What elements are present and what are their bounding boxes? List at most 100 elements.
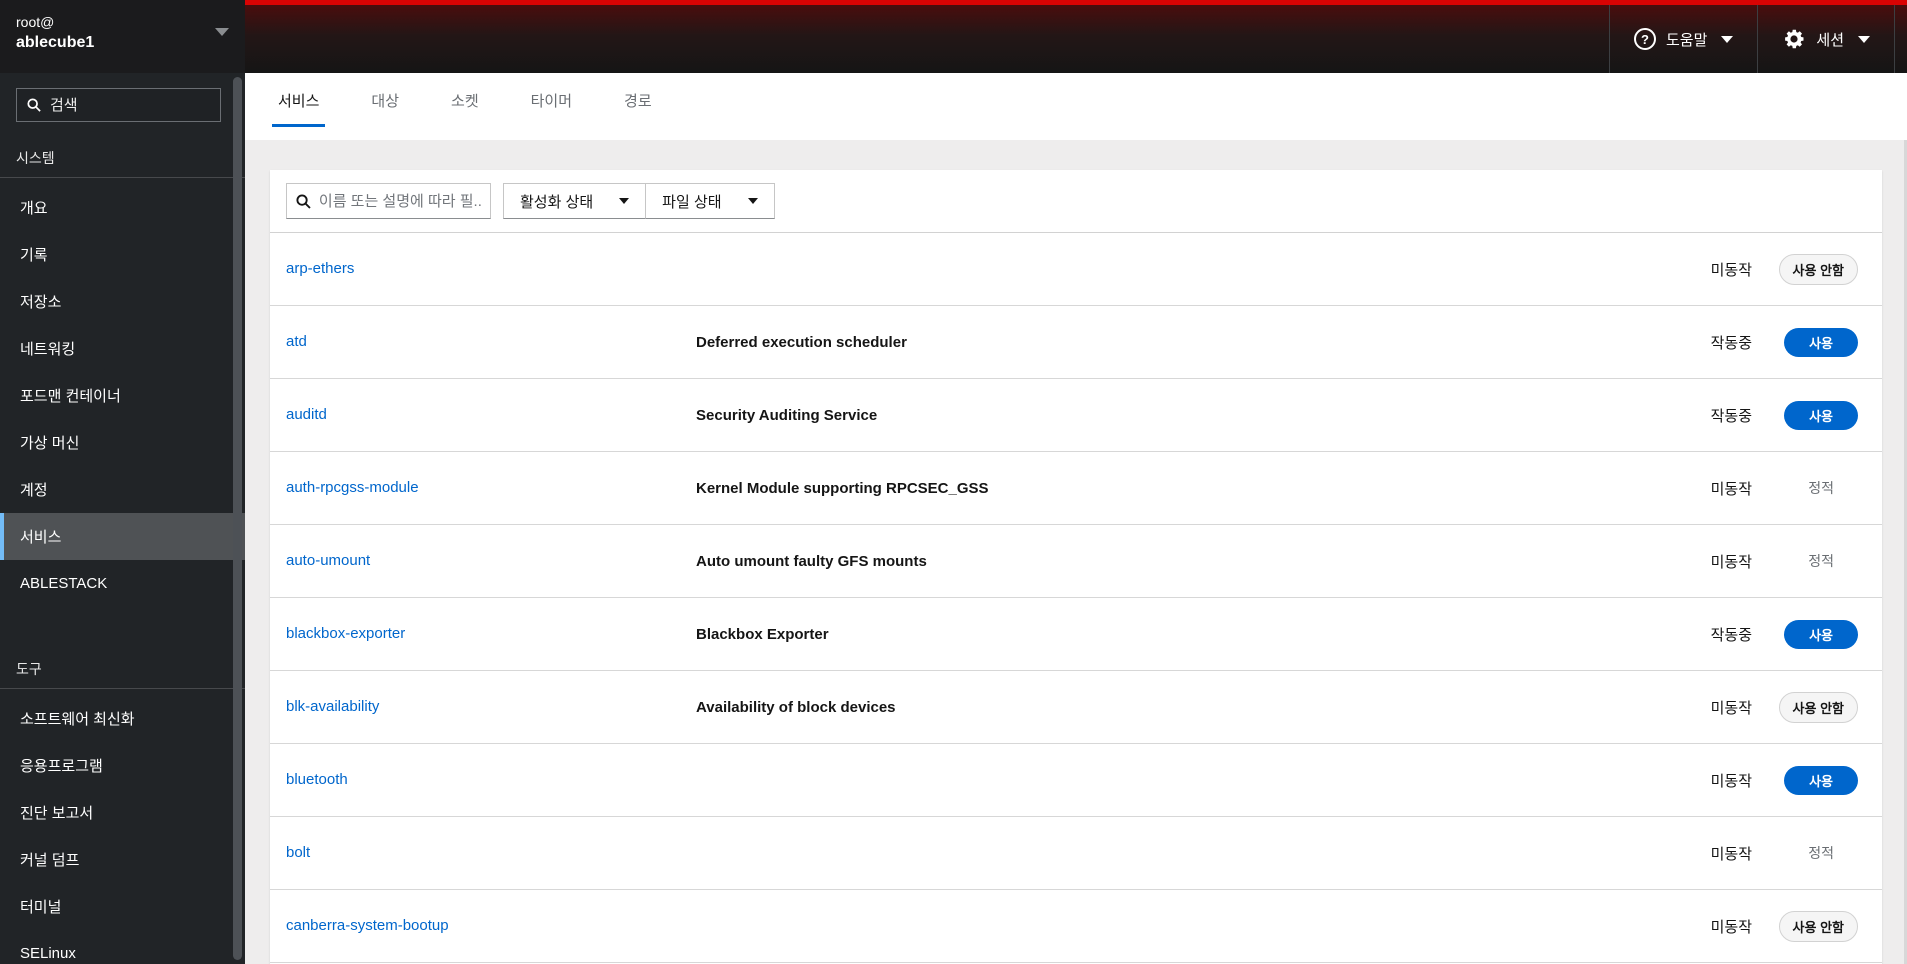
table-row[interactable]: auditd Security Auditing Service 작동중 사용 [270, 379, 1882, 452]
service-description: Deferred execution scheduler [696, 333, 907, 351]
service-description: Availability of block devices [696, 698, 896, 716]
nav-section-system: 시스템 [16, 150, 55, 166]
masthead: root@ ablecube1 ? 도움말 세션 [0, 0, 1907, 73]
service-state: 작동중 [1710, 626, 1752, 644]
masthead-buttons: ? 도움말 세션 [1608, 5, 1895, 73]
service-state: 미동작 [1710, 553, 1752, 571]
service-link[interactable]: bolt [286, 844, 310, 861]
sidebar-item-logs[interactable]: 기록 [0, 231, 245, 278]
sidebar-item-podman-containers[interactable]: 포드맨 컨테이너 [0, 372, 245, 419]
service-link[interactable]: auto-umount [286, 552, 370, 569]
autostart-badge: 사용 [1784, 400, 1858, 430]
cockpit-app: root@ ablecube1 ? 도움말 세션 검색 시스템 개요 기록 저장… [0, 0, 1907, 964]
service-state: 미동작 [1710, 480, 1752, 498]
service-link[interactable]: auditd [286, 406, 327, 423]
logged-in-user: root@ [16, 14, 55, 30]
table-row[interactable]: atd Deferred execution scheduler 작동중 사용 [270, 306, 1882, 379]
service-filter-box [286, 183, 491, 219]
nav-items-tools: 소프트웨어 최신화 응용프로그램 진단 보고서 커널 덤프 터미널 SELinu… [0, 689, 245, 964]
sidebar-item-kernel-dump[interactable]: 커널 덤프 [0, 836, 245, 883]
filter-selects: 활성화 상태 파일 상태 [503, 183, 775, 219]
help-menu-button[interactable]: ? 도움말 [1608, 5, 1757, 73]
table-row[interactable]: bolt 미동작 정적 [270, 817, 1882, 890]
service-link[interactable]: arp-ethers [286, 260, 354, 277]
services-toolbar: 활성화 상태 파일 상태 [270, 170, 1882, 233]
service-description: Security Auditing Service [696, 406, 878, 424]
service-link[interactable]: atd [286, 333, 307, 350]
session-menu-button[interactable]: 세션 [1757, 5, 1895, 73]
service-description: Auto umount faulty GFS mounts [696, 552, 927, 570]
sidebar-item-virtual-machines[interactable]: 가상 머신 [0, 419, 245, 466]
service-description: Blackbox Exporter [696, 625, 829, 643]
help-menu-label: 도움말 [1665, 31, 1708, 49]
file-state-select[interactable]: 파일 상태 [645, 183, 775, 219]
sidebar-item-terminal[interactable]: 터미널 [0, 883, 245, 930]
chevron-down-icon [747, 198, 758, 204]
sidebar-item-selinux[interactable]: SELinux [0, 930, 245, 964]
tab-targets[interactable]: 대상 [365, 90, 405, 127]
host-switcher[interactable]: root@ ablecube1 [0, 0, 245, 73]
question-circle-icon: ? [1633, 28, 1656, 50]
sidebar-item-software-updates[interactable]: 소프트웨어 최신화 [0, 695, 245, 742]
service-state: 미동작 [1710, 918, 1752, 936]
service-filter-input[interactable] [318, 192, 481, 210]
sidebar-item-overview[interactable]: 개요 [0, 184, 245, 231]
service-link[interactable]: bluetooth [286, 771, 348, 788]
sidebar-item-networking[interactable]: 네트워킹 [0, 325, 245, 372]
table-row[interactable]: blackbox-exporter Blackbox Exporter 작동중 … [270, 598, 1882, 671]
table-row[interactable]: bluetooth 미동작 사용 [270, 744, 1882, 817]
autostart-badge: 사용 안함 [1778, 691, 1858, 723]
autostart-badge: 사용 [1784, 619, 1858, 649]
file-state-label: 파일 상태 [662, 193, 722, 211]
autostart-static-label: 정적 [1808, 480, 1834, 496]
table-row[interactable]: auto-umount Auto umount faulty GFS mount… [270, 525, 1882, 598]
activation-state-select[interactable]: 활성화 상태 [503, 183, 647, 219]
activation-state-label: 활성화 상태 [520, 193, 594, 211]
services-card: 활성화 상태 파일 상태 arp-ethers 미동작 사용 안함 [270, 170, 1882, 964]
autostart-badge: 사용 [1784, 327, 1858, 357]
autostart-badge: 사용 안함 [1778, 910, 1858, 942]
tab-timers[interactable]: 타이머 [525, 90, 578, 127]
autostart-static-label: 정적 [1808, 845, 1834, 861]
sidebar-item-accounts[interactable]: 계정 [0, 466, 245, 513]
nav-section-tools: 도구 [16, 661, 42, 677]
autostart-badge: 사용 안함 [1778, 253, 1858, 285]
service-state: 작동중 [1710, 334, 1752, 352]
service-state: 미동작 [1710, 699, 1752, 717]
hostname: ablecube1 [16, 34, 95, 51]
sidebar-item-services[interactable]: 서비스 [0, 513, 245, 560]
tab-services[interactable]: 서비스 [272, 90, 326, 127]
sidebar-nav: 시스템 개요 기록 저장소 네트워킹 포드맨 컨테이너 가상 머신 계정 서비스… [0, 73, 245, 964]
autostart-static-label: 정적 [1808, 553, 1834, 569]
service-link[interactable]: canberra-system-bootup [286, 917, 449, 934]
sidebar-item-storage[interactable]: 저장소 [0, 278, 245, 325]
service-description: Kernel Module supporting RPCSEC_GSS [696, 479, 989, 497]
sidebar-scrollbar[interactable] [233, 77, 242, 960]
masthead-bar: ? 도움말 세션 [245, 0, 1907, 73]
sidebar-item-applications[interactable]: 응용프로그램 [0, 742, 245, 789]
session-menu-label: 세션 [1816, 31, 1844, 49]
search-icon [27, 98, 41, 112]
service-link[interactable]: blk-availability [286, 698, 379, 715]
autostart-badge: 사용 [1784, 765, 1858, 795]
search-icon [296, 194, 311, 209]
chevron-down-icon [215, 28, 229, 36]
service-link[interactable]: blackbox-exporter [286, 625, 405, 642]
chevron-down-icon [1721, 35, 1734, 43]
table-row[interactable]: canberra-system-bootup 미동작 사용 안함 [270, 890, 1882, 963]
service-state: 작동중 [1710, 407, 1752, 425]
sidebar-item-ablestack[interactable]: ABLESTACK [0, 560, 245, 607]
tab-paths[interactable]: 경로 [618, 90, 658, 127]
services-table: arp-ethers 미동작 사용 안함 atd Deferred execut… [270, 233, 1882, 963]
service-state: 미동작 [1710, 845, 1752, 863]
chevron-down-icon [619, 198, 630, 204]
table-row[interactable]: auth-rpcgss-module Kernel Module support… [270, 452, 1882, 525]
table-row[interactable]: arp-ethers 미동작 사용 안함 [270, 233, 1882, 306]
sidebar-item-diagnostic-reports[interactable]: 진단 보고서 [0, 789, 245, 836]
sidebar-search-input[interactable] [49, 96, 210, 114]
tab-sockets[interactable]: 소켓 [445, 90, 485, 127]
service-link[interactable]: auth-rpcgss-module [286, 479, 419, 496]
service-state: 미동작 [1710, 261, 1752, 279]
table-row[interactable]: blk-availability Availability of block d… [270, 671, 1882, 744]
